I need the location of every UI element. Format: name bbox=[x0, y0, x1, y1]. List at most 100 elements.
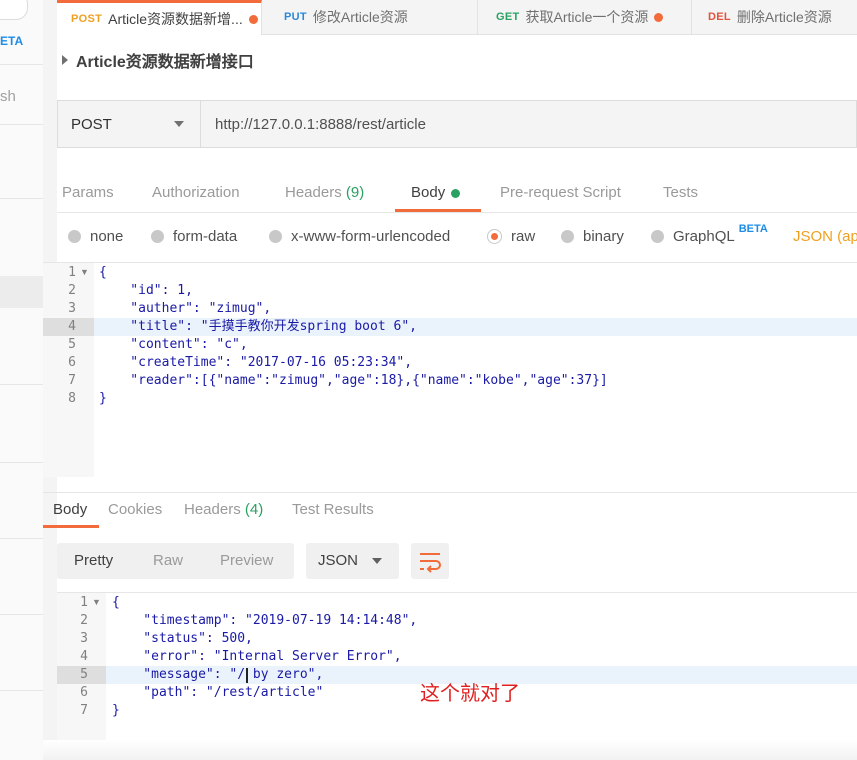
method-select[interactable]: POST bbox=[57, 100, 201, 148]
view-pretty-button[interactable]: Pretty bbox=[74, 552, 113, 569]
code-line: "createTime": "2017-07-16 05:23:34", bbox=[99, 355, 413, 370]
tab-label: 修改Article资源 bbox=[312, 9, 408, 25]
radio-none[interactable]: none bbox=[68, 228, 123, 245]
radio-raw-label: raw bbox=[511, 228, 536, 245]
code-line: { bbox=[112, 595, 120, 610]
code-line: } bbox=[112, 703, 120, 718]
tab-body-label: Body bbox=[411, 184, 446, 201]
tab-method: PUT bbox=[284, 11, 307, 23]
sidebar-selected-item[interactable] bbox=[0, 276, 43, 308]
bottom-edge bbox=[43, 740, 857, 760]
wrap-lines-button[interactable] bbox=[411, 543, 449, 579]
tab-article-create[interactable]: POST Article资源数据新增... bbox=[57, 0, 262, 35]
response-tab-cookies[interactable]: Cookies bbox=[108, 501, 162, 518]
line-number: 4 bbox=[68, 319, 76, 334]
response-active-tab-underline bbox=[43, 525, 99, 528]
tab-label: Article资源数据新增... bbox=[108, 11, 243, 27]
headers-count: (9) bbox=[345, 184, 365, 201]
annotation-text: 这个就对了 bbox=[420, 681, 520, 705]
code-line: "error": "Internal Server Error", bbox=[112, 649, 402, 664]
line-number: 5 bbox=[80, 667, 88, 682]
code-line: } bbox=[99, 391, 107, 406]
active-tab-underline bbox=[395, 209, 481, 212]
tab-article-update[interactable]: PUT 修改Article资源 bbox=[270, 0, 478, 34]
radio-circle-icon bbox=[151, 230, 164, 243]
code-line: "status": 500, bbox=[112, 631, 253, 646]
sidebar-toggle[interactable] bbox=[0, 0, 28, 20]
radio-urlencoded-label: x-www-form-urlencoded bbox=[291, 228, 451, 245]
radio-form-data-label: form-data bbox=[173, 228, 238, 245]
chevron-down-icon bbox=[372, 558, 382, 564]
request-body-editor[interactable]: 1 ▼ {2 "id": 1, 3 "auther": "zimug", 4 "titl… bbox=[43, 262, 857, 477]
radio-graphql-label: GraphQL bbox=[673, 228, 735, 245]
response-format-select[interactable]: JSON bbox=[306, 543, 399, 579]
line-number: 3 bbox=[68, 301, 76, 316]
graphql-beta-badge: BETA bbox=[738, 222, 768, 235]
tab-headers[interactable]: Headers (9) bbox=[285, 184, 364, 201]
line-number: 4 bbox=[80, 649, 88, 664]
response-headers-count: (4) bbox=[244, 501, 264, 518]
tab-tests[interactable]: Tests bbox=[663, 184, 698, 201]
request-tab-bar: POST Article资源数据新增... PUT 修改Article资源 GE… bbox=[57, 0, 857, 35]
line-number: 8 bbox=[68, 391, 76, 406]
sidebar-search-fragment[interactable]: sh bbox=[0, 88, 16, 105]
line-number: 6 bbox=[80, 685, 88, 700]
line-number: 7 bbox=[68, 373, 76, 388]
radio-urlencoded[interactable]: x-www-form-urlencoded bbox=[269, 228, 450, 245]
request-subtabs: Params Authorization Headers (9) Body Pr… bbox=[57, 170, 857, 213]
response-tab-test-results[interactable]: Test Results bbox=[292, 501, 374, 518]
tab-method: DEL bbox=[708, 11, 731, 23]
line-number: 6 bbox=[68, 355, 76, 370]
url-input[interactable]: http://127.0.0.1:8888/rest/article bbox=[201, 100, 857, 148]
response-tab-body[interactable]: Body bbox=[53, 501, 87, 518]
url-input-value: http://127.0.0.1:8888/rest/article bbox=[215, 115, 426, 133]
sidebar: ETA sh bbox=[0, 0, 44, 760]
radio-none-label: none bbox=[90, 228, 124, 245]
tab-body[interactable]: Body bbox=[411, 184, 461, 201]
code-line: "content": "c", bbox=[99, 337, 248, 352]
caret-right-icon bbox=[62, 55, 68, 65]
sidebar-beta-badge: ETA bbox=[0, 34, 24, 48]
radio-circle-icon bbox=[68, 230, 81, 243]
radio-selected-icon bbox=[487, 229, 502, 244]
radio-binary[interactable]: binary bbox=[561, 228, 624, 245]
method-select-value: POST bbox=[71, 115, 112, 133]
tab-article-get[interactable]: GET 获取Article一个资源 bbox=[482, 0, 692, 34]
tab-headers-label: Headers bbox=[285, 184, 342, 201]
response-format-value: JSON bbox=[318, 552, 359, 569]
view-preview-button[interactable]: Preview bbox=[220, 552, 273, 569]
view-raw-button[interactable]: Raw bbox=[153, 552, 183, 569]
code-line: "auther": "zimug", bbox=[99, 301, 272, 316]
fold-toggle-icon[interactable]: ▼ bbox=[80, 267, 89, 277]
line-number: 5 bbox=[68, 337, 76, 352]
request-title[interactable]: Article资源数据新增接口 bbox=[62, 48, 254, 72]
radio-raw[interactable]: raw bbox=[487, 228, 535, 245]
radio-graphql[interactable]: GraphQL BETA bbox=[651, 223, 768, 245]
radio-circle-icon bbox=[269, 230, 282, 243]
radio-binary-label: binary bbox=[583, 228, 624, 245]
wrap-lines-icon bbox=[420, 553, 441, 573]
response-tab-headers[interactable]: Headers (4) bbox=[184, 501, 263, 518]
unsaved-dot-icon bbox=[654, 12, 664, 22]
content-type-select[interactable]: JSON (app bbox=[793, 228, 857, 245]
code-line: "message": "/ by zero", bbox=[112, 667, 324, 682]
tab-article-delete[interactable]: DEL 删除Article资源 bbox=[694, 0, 857, 34]
radio-form-data[interactable]: form-data bbox=[151, 228, 237, 245]
code-line: "id": 1, bbox=[99, 283, 193, 298]
radio-circle-icon bbox=[651, 230, 664, 243]
line-number: 2 bbox=[80, 613, 88, 628]
tab-authorization[interactable]: Authorization bbox=[152, 184, 240, 201]
tab-label: 删除Article资源 bbox=[736, 9, 832, 25]
line-number: 3 bbox=[80, 631, 88, 646]
code-line: "title": "手摸手教你开发spring boot 6", bbox=[99, 319, 417, 334]
chevron-down-icon bbox=[174, 121, 184, 127]
body-indicator-dot-icon bbox=[451, 188, 461, 198]
tab-method: POST bbox=[71, 13, 103, 25]
line-number: 1 bbox=[68, 265, 76, 280]
tab-params[interactable]: Params bbox=[62, 184, 114, 201]
fold-toggle-icon[interactable]: ▼ bbox=[92, 597, 101, 607]
request-title-text: Article资源数据新增接口 bbox=[76, 54, 254, 71]
tab-prerequest-script[interactable]: Pre-request Script bbox=[500, 184, 621, 201]
line-number: 1 bbox=[80, 595, 88, 610]
response-body-viewer[interactable]: 1 ▼ {2 "timestamp": "2019-07-19 14:14:48",… bbox=[57, 592, 857, 743]
